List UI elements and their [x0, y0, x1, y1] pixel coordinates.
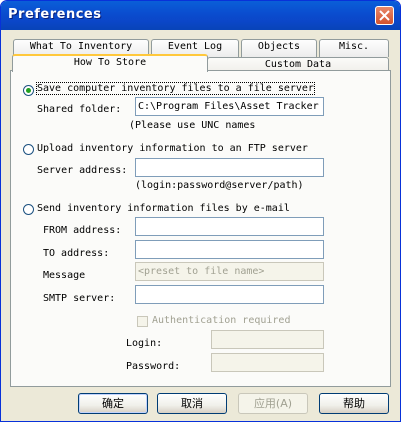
window-title: Preferences [8, 7, 102, 22]
shared-folder-label: Shared folder: [37, 104, 122, 115]
apply-button[interactable]: 应用(A) [238, 393, 308, 414]
email-option-label[interactable]: Send inventory information files by e-ma… [37, 203, 290, 214]
authentication-label: Authentication required [152, 315, 291, 326]
radio-file-server[interactable] [23, 85, 34, 96]
cancel-button[interactable]: 取消 [157, 393, 227, 414]
from-address-label: FROM address: [43, 225, 122, 236]
tab-how-to-store[interactable]: How To Store [12, 54, 208, 72]
from-address-input[interactable] [135, 217, 324, 236]
message-label: Message [43, 270, 86, 281]
radio-ftp[interactable] [23, 144, 34, 155]
preferences-window: Preferences What To Inventory Event Log … [0, 0, 401, 422]
message-input[interactable]: <preset to file name> [135, 262, 324, 281]
ok-button[interactable]: 确定 [78, 393, 148, 414]
tab-misc[interactable]: Misc. [319, 39, 389, 57]
smtp-server-label: SMTP server: [43, 293, 116, 304]
unc-hint: (Please use UNC names [129, 120, 256, 131]
help-button[interactable]: 帮助 [319, 393, 389, 414]
close-button[interactable] [375, 6, 394, 25]
password-input[interactable] [211, 353, 324, 372]
login-input[interactable] [211, 330, 324, 349]
smtp-server-input[interactable] [135, 285, 324, 304]
password-label: Password: [126, 361, 181, 372]
ftp-format-hint: (login:password@server/path) [135, 180, 304, 191]
authentication-checkbox[interactable] [137, 316, 148, 327]
server-address-input[interactable] [135, 158, 324, 177]
server-address-label: Server address: [37, 165, 128, 176]
to-address-input[interactable] [135, 240, 324, 259]
shared-folder-input[interactable]: C:\Program Files\Asset Tracker [135, 97, 324, 116]
to-address-label: TO address: [43, 248, 110, 259]
title-bar[interactable]: Preferences [1, 1, 400, 30]
file-server-option-label[interactable]: Save computer inventory files to a file … [36, 82, 315, 95]
close-icon [379, 10, 390, 21]
radio-email[interactable] [23, 204, 34, 215]
ftp-option-label[interactable]: Upload inventory information to an FTP s… [37, 143, 308, 154]
tab-objects[interactable]: Objects [241, 39, 317, 57]
login-label: Login: [126, 338, 163, 349]
